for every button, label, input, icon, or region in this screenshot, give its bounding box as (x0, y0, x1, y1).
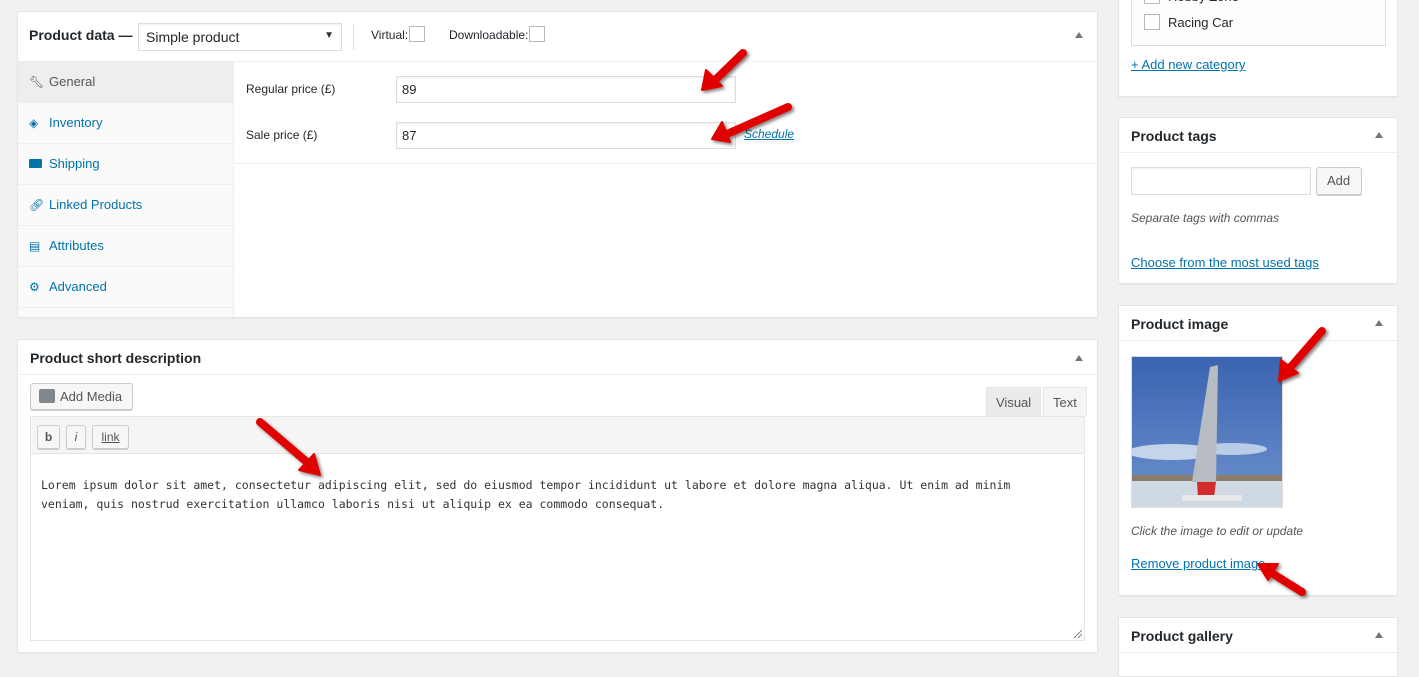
tab-linked-products[interactable]: 🔗︎ Linked Products (18, 185, 233, 226)
product-image-thumbnail[interactable] (1131, 356, 1283, 508)
tags-hint: Separate tags with commas (1131, 211, 1280, 225)
downloadable-option[interactable]: Downloadable: (449, 26, 546, 43)
tab-label: Advanced (49, 279, 107, 294)
product-data-tabs: 🔧︎ General ◈ Inventory Shipping 🔗︎ Linked P… (18, 62, 234, 317)
wrench-icon: 🔧︎ (29, 75, 45, 89)
tab-inventory[interactable]: ◈ Inventory (18, 103, 233, 144)
truck-icon (29, 157, 49, 171)
tab-visual[interactable]: Visual (986, 387, 1042, 416)
tab-text[interactable]: Text (1043, 387, 1087, 416)
category-checkbox[interactable] (1144, 14, 1160, 31)
tab-label: Shipping (49, 156, 100, 171)
panel-title: Product image (1131, 316, 1229, 332)
category-item[interactable]: Racing Car (1144, 14, 1234, 31)
product-image-panel: Product image Click the image to edit or… (1118, 305, 1398, 596)
add-media-button[interactable]: Add Media (30, 383, 133, 410)
tab-label: Inventory (49, 115, 103, 130)
bold-button[interactable]: b (37, 425, 60, 449)
product-image-header: Product image (1119, 306, 1397, 341)
collapse-toggle-icon[interactable] (1375, 632, 1383, 638)
tag-icon: ◈ (29, 116, 39, 130)
product-data-header: Product data — Simple product ▼ Virtual:… (18, 12, 1097, 62)
short-description-panel: Product short description Add Media Visu… (17, 339, 1098, 653)
tab-label: Linked Products (49, 197, 143, 212)
downloadable-label: Downloadable: (449, 28, 529, 42)
list-icon: ▤ (29, 239, 41, 253)
tag-input[interactable] (1131, 167, 1311, 195)
collapse-toggle-icon[interactable] (1375, 132, 1383, 138)
category-label: Racing Car (1168, 15, 1234, 30)
product-data-title: Product data — (29, 27, 133, 43)
content-line: Lorem ipsum dolor sit amet, consectetur … (41, 478, 1011, 492)
general-fields: Regular price (£) 89 Sale price (£) 87 S… (235, 62, 1097, 164)
virtual-option[interactable]: Virtual: (371, 26, 426, 43)
divider (353, 24, 354, 50)
link-button[interactable]: link (92, 425, 129, 449)
sailboat-image (1132, 357, 1282, 507)
resize-handle-icon[interactable] (1074, 630, 1082, 638)
tab-advanced[interactable]: ⚙ Advanced (18, 267, 233, 308)
virtual-checkbox[interactable] (409, 26, 426, 43)
product-data-panel: Product data — Simple product ▼ Virtual:… (17, 11, 1098, 318)
content-line: veniam, quis nostrud exercitation ullamc… (41, 497, 665, 511)
short-description-header: Product short description (18, 340, 1097, 375)
description-textarea[interactable]: Lorem ipsum dolor sit amet, consectetur … (30, 454, 1085, 641)
category-checkbox[interactable]: ✔ (1144, 0, 1160, 5)
add-tag-button[interactable]: Add (1316, 167, 1362, 195)
panel-title: Product gallery (1131, 628, 1233, 644)
chevron-down-icon: ▼ (324, 30, 334, 41)
schedule-link[interactable]: Schedule (744, 127, 794, 141)
add-new-category-link[interactable]: + Add new category (1131, 57, 1246, 72)
collapse-toggle-icon[interactable] (1075, 32, 1083, 38)
tab-general[interactable]: 🔧︎ General (18, 62, 233, 103)
category-item[interactable]: ✔ Hobby Zone (1144, 0, 1239, 5)
virtual-label: Virtual: (371, 28, 409, 42)
product-gallery-header: Product gallery (1119, 618, 1397, 653)
italic-button[interactable]: i (66, 425, 86, 449)
category-list: ✔ Hobby Zone Racing Car (1131, 0, 1386, 46)
product-type-value: Simple product (146, 29, 240, 45)
categories-panel: ✔ Hobby Zone Racing Car + Add new categor… (1118, 0, 1398, 97)
sale-price-label: Sale price (£) (246, 128, 318, 142)
media-icon (39, 389, 55, 403)
image-hint: Click the image to edit or update (1131, 524, 1304, 538)
category-label: Hobby Zone (1168, 0, 1239, 4)
sale-price-input[interactable]: 87 (396, 122, 736, 149)
tab-attributes[interactable]: ▤ Attributes (18, 226, 233, 267)
panel-title: Product short description (30, 350, 202, 366)
panel-title: Product tags (1131, 128, 1217, 144)
product-tags-panel: Product tags Add Separate tags with comm… (1118, 117, 1398, 284)
quicktags-toolbar: b i link (30, 416, 1085, 454)
product-gallery-panel: Product gallery (1118, 617, 1398, 677)
gear-icon: ⚙ (29, 280, 40, 294)
product-tags-header: Product tags (1119, 118, 1397, 153)
collapse-toggle-icon[interactable] (1375, 320, 1383, 326)
collapse-toggle-icon[interactable] (1075, 355, 1083, 361)
tab-label: Attributes (49, 238, 104, 253)
tab-shipping[interactable]: Shipping (18, 144, 233, 185)
add-media-label: Add Media (60, 389, 123, 404)
remove-product-image-link[interactable]: Remove product image (1131, 556, 1265, 571)
tab-label: General (49, 74, 96, 89)
link-icon: 🔗︎ (29, 198, 45, 212)
product-type-select[interactable]: Simple product ▼ (138, 23, 342, 51)
regular-price-input[interactable]: 89 (396, 76, 736, 103)
downloadable-checkbox[interactable] (529, 26, 546, 43)
regular-price-label: Regular price (£) (246, 82, 336, 96)
choose-tags-link[interactable]: Choose from the most used tags (1131, 255, 1319, 270)
